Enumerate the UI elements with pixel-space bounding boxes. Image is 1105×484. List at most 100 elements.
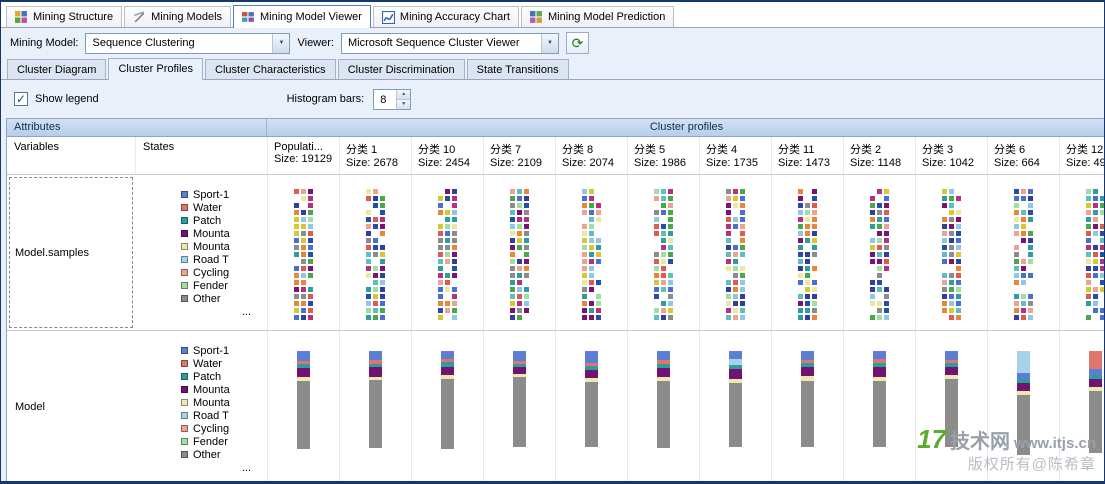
- histogram-cell[interactable]: [339, 331, 411, 483]
- sequence-state-square: [517, 189, 522, 194]
- sequence-state-square: [661, 266, 666, 271]
- sequence-state-square: [517, 210, 522, 215]
- viewer-tab-cluster-diagram[interactable]: Cluster Diagram: [7, 59, 106, 79]
- sequence-state-square: [949, 259, 954, 264]
- sequence-state-square: [733, 224, 738, 229]
- cluster-column-header[interactable]: 分类 8Size: 2074: [555, 137, 627, 174]
- sequence-state-square: [740, 280, 745, 285]
- sequence-state-square: [294, 252, 299, 257]
- viewer-tab-state-transitions[interactable]: State Transitions: [467, 59, 569, 79]
- histogram-cell[interactable]: [1059, 175, 1105, 330]
- cluster-column-header[interactable]: 分类 2Size: 1148: [843, 137, 915, 174]
- viewer-dropdown[interactable]: Microsoft Sequence Cluster Viewer ▼: [341, 33, 559, 54]
- sequence-state-square: [380, 189, 385, 194]
- sequence-state-square: [877, 280, 882, 285]
- sequence-state-square: [517, 245, 522, 250]
- sequence-state-square: [798, 224, 803, 229]
- sequence-state-square: [1100, 273, 1105, 278]
- histogram-cell[interactable]: [627, 175, 699, 330]
- histogram-cell[interactable]: [699, 331, 771, 483]
- viewer-tab-cluster-discrimination[interactable]: Cluster Discrimination: [338, 59, 465, 79]
- sequence-state-square: [1100, 294, 1105, 299]
- row-model: ModelSport-1WaterPatchMountaMountaRoad T…: [7, 331, 1105, 483]
- sequence-state-square: [942, 238, 947, 243]
- histogram-cell[interactable]: [771, 331, 843, 483]
- sequence-state-square: [366, 245, 371, 250]
- histogram-cell[interactable]: [555, 331, 627, 483]
- sequence-state-square: [812, 189, 817, 194]
- viewer-tab-cluster-profiles[interactable]: Cluster Profiles: [108, 58, 203, 80]
- variable-cell[interactable]: Model.samples: [7, 175, 135, 330]
- histogram-cell[interactable]: [627, 331, 699, 483]
- histogram-cell[interactable]: [987, 331, 1059, 483]
- sequence-state-square: [1093, 287, 1098, 292]
- cluster-column-header[interactable]: 分类 1Size: 2678: [339, 137, 411, 174]
- histogram-cell[interactable]: [843, 331, 915, 483]
- sequence-state-square: [1021, 315, 1026, 320]
- sequence-state-square: [510, 315, 515, 320]
- cluster-column-header[interactable]: 分类 10Size: 2454: [411, 137, 483, 174]
- histogram-cell[interactable]: [771, 175, 843, 330]
- cluster-column-header[interactable]: 分类 4Size: 1735: [699, 137, 771, 174]
- doc-tab-mining-structure[interactable]: Mining Structure: [6, 6, 122, 27]
- histogram-cell[interactable]: [555, 175, 627, 330]
- variable-cell[interactable]: Model: [7, 331, 135, 483]
- spinner-down-icon[interactable]: ▼: [397, 99, 410, 109]
- states-column-header[interactable]: States: [135, 137, 267, 174]
- variables-column-header[interactable]: Variables: [7, 137, 135, 174]
- sequence-state-square: [949, 245, 954, 250]
- histogram-cell[interactable]: [987, 175, 1059, 330]
- cluster-column-header[interactable]: 分类 7Size: 2109: [483, 137, 555, 174]
- histogram-cell[interactable]: [915, 175, 987, 330]
- spinner-up-icon[interactable]: ▲: [397, 90, 410, 99]
- histogram-cell[interactable]: [915, 331, 987, 483]
- cluster-column-header[interactable]: Populati...Size: 19129: [267, 137, 339, 174]
- viewer-tab-cluster-characteristics[interactable]: Cluster Characteristics: [205, 59, 336, 79]
- sequence-state-square: [740, 189, 745, 194]
- histogram-cell[interactable]: [267, 331, 339, 483]
- histogram-bars-spinner[interactable]: 8 ▲ ▼: [373, 89, 411, 110]
- histogram-cell[interactable]: [483, 331, 555, 483]
- doc-tab-mining-model-viewer[interactable]: Mining Model Viewer: [233, 5, 371, 28]
- sequence-state-square: [798, 252, 803, 257]
- histogram-cell[interactable]: [483, 175, 555, 330]
- chevron-down-icon[interactable]: ▼: [272, 34, 289, 53]
- histogram-cell[interactable]: [411, 331, 483, 483]
- histogram-cell[interactable]: [267, 175, 339, 330]
- cluster-column-header[interactable]: 分类 5Size: 1986: [627, 137, 699, 174]
- stacked-bar: [441, 351, 454, 449]
- sequence-state-square: [301, 301, 306, 306]
- sequence-state-square: [582, 308, 587, 313]
- cluster-column-header[interactable]: 分类 12Size: 49: [1059, 137, 1105, 174]
- chevron-down-icon[interactable]: ▼: [541, 34, 558, 53]
- sequence-state-square: [805, 224, 810, 229]
- cluster-column-header[interactable]: 分类 11Size: 1473: [771, 137, 843, 174]
- sequence-state-square: [798, 189, 803, 194]
- sequence-state-square: [452, 259, 457, 264]
- sequence-state-square: [366, 315, 371, 320]
- show-legend-checkbox[interactable]: ✓: [14, 92, 28, 106]
- sequence-state-square: [445, 315, 450, 320]
- sequence-state-square: [726, 231, 731, 236]
- doc-tab-mining-models[interactable]: Mining Models: [124, 6, 231, 27]
- cluster-column-header[interactable]: 分类 3Size: 1042: [915, 137, 987, 174]
- refresh-viewer-button[interactable]: ⟳: [566, 32, 589, 54]
- bar-segment: [873, 381, 886, 447]
- row-model-samples: Model.samplesSport-1WaterPatchMountaMoun…: [7, 175, 1105, 331]
- histogram-cell[interactable]: [843, 175, 915, 330]
- sequence-state-square: [1014, 196, 1019, 201]
- cluster-column-header[interactable]: 分类 6Size: 664: [987, 137, 1059, 174]
- sequence-state-square: [1021, 252, 1026, 257]
- sequence-state-square: [596, 273, 601, 278]
- histogram-cell[interactable]: [339, 175, 411, 330]
- histogram-cell[interactable]: [699, 175, 771, 330]
- mining-model-dropdown[interactable]: Sequence Clustering ▼: [85, 33, 290, 54]
- histogram-cell[interactable]: [1059, 331, 1105, 483]
- doc-tab-mining-accuracy-chart[interactable]: Mining Accuracy Chart: [373, 6, 519, 27]
- sequence-state-square: [1100, 280, 1105, 285]
- doc-tab-mining-model-prediction[interactable]: Mining Model Prediction: [521, 6, 674, 27]
- sequence-state-square: [452, 245, 457, 250]
- sequence-state-square: [726, 301, 731, 306]
- histogram-cell[interactable]: [411, 175, 483, 330]
- sequence-state-square: [726, 203, 731, 208]
